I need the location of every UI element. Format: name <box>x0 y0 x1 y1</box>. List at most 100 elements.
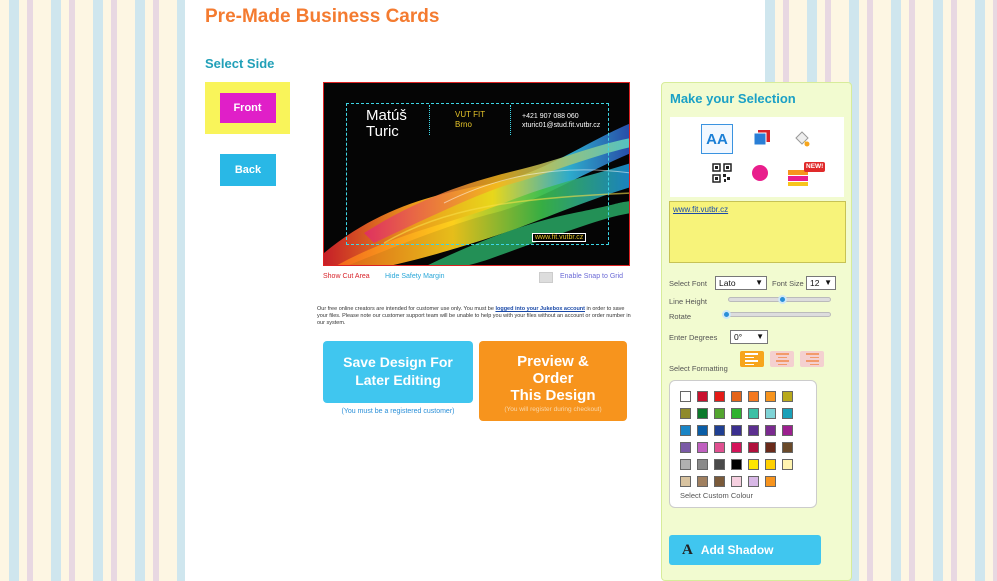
colour-palette: Select Custom Colour <box>669 380 817 508</box>
enter-degrees-label: Enter Degrees <box>669 333 718 342</box>
show-cut-area-link[interactable]: Show Cut Area <box>323 273 370 280</box>
shape-tool-icon[interactable] <box>749 162 771 184</box>
preview-note: (You will register during checkout) <box>504 406 602 413</box>
colour-swatch[interactable] <box>714 476 725 487</box>
colour-swatch[interactable] <box>748 442 759 453</box>
colour-swatch[interactable] <box>714 442 725 453</box>
login-link[interactable]: logged into your Jukebox account <box>495 306 585 312</box>
card-name-first: Matúš <box>366 107 407 124</box>
colour-swatch[interactable] <box>782 408 793 419</box>
colour-swatch[interactable] <box>731 391 742 402</box>
back-side-button[interactable]: Back <box>220 154 276 186</box>
colour-swatch[interactable] <box>731 459 742 470</box>
colour-swatch[interactable] <box>731 425 742 436</box>
font-size-label: Font Size <box>772 279 804 288</box>
colour-swatch[interactable] <box>765 459 776 470</box>
page-title: Pre-Made Business Cards <box>205 6 440 27</box>
colour-swatch[interactable] <box>714 391 725 402</box>
qr-code-tool-icon[interactable] <box>711 162 733 184</box>
colour-swatch[interactable] <box>680 425 691 436</box>
font-select[interactable]: Lato ▼ <box>715 276 767 290</box>
degrees-value: 0° <box>734 332 743 342</box>
colour-swatch[interactable] <box>697 459 708 470</box>
colour-swatch[interactable] <box>765 425 776 436</box>
colour-swatch[interactable] <box>748 408 759 419</box>
select-formatting-label: Select Formatting <box>669 364 728 373</box>
colour-swatch[interactable] <box>680 442 691 453</box>
front-side-selected-highlight: Front <box>205 82 290 134</box>
tool-palette: AA NEW! <box>670 117 844 197</box>
colour-swatch[interactable] <box>782 391 793 402</box>
colour-swatch[interactable] <box>765 476 776 487</box>
line-height-slider-handle[interactable] <box>778 295 787 304</box>
colour-swatch[interactable] <box>748 459 759 470</box>
colour-swatch[interactable] <box>782 442 793 453</box>
degrees-select[interactable]: 0° ▼ <box>730 330 768 344</box>
colour-swatch[interactable] <box>782 459 793 470</box>
new-badge: NEW! <box>806 163 824 170</box>
rotate-slider[interactable] <box>722 312 831 317</box>
align-left-icon[interactable] <box>740 351 764 367</box>
colour-swatch[interactable] <box>748 425 759 436</box>
card-phone: +421 907 088 060 <box>522 113 579 120</box>
align-right-icon[interactable] <box>800 351 824 367</box>
snap-grid-icon[interactable] <box>539 272 553 283</box>
card-email: xturic01@stud.fit.vutbr.cz <box>522 122 601 129</box>
rotate-label: Rotate <box>669 312 692 321</box>
colour-swatch[interactable] <box>748 476 759 487</box>
save-note: (You must be a registered customer) <box>341 408 455 415</box>
add-shadow-button[interactable]: A Add Shadow <box>669 535 821 565</box>
text-content-input[interactable]: www.fit.vutbr.cz <box>669 201 846 263</box>
card-org-line1: VUT FIT <box>455 110 486 119</box>
colour-swatch[interactable] <box>731 442 742 453</box>
select-side-heading: Select Side <box>205 56 275 71</box>
save-button-line1: Save Design For <box>343 354 453 370</box>
colour-swatch[interactable] <box>680 476 691 487</box>
colour-swatch[interactable] <box>697 476 708 487</box>
colour-swatch[interactable] <box>680 408 691 419</box>
colour-swatch[interactable] <box>782 425 793 436</box>
preview-button-line1: Preview & <box>517 353 589 370</box>
save-design-button[interactable]: Save Design For Later Editing <box>323 341 473 403</box>
hide-safety-margin-link[interactable]: Hide Safety Margin <box>385 273 445 280</box>
colour-swatch[interactable] <box>680 459 691 470</box>
card-name-last: Turic <box>366 123 399 140</box>
fill-tool-icon[interactable] <box>791 127 813 149</box>
card-org-text[interactable]: VUT FIT Brno <box>455 110 485 130</box>
colour-swatch[interactable] <box>731 408 742 419</box>
preview-order-button[interactable]: Preview & Order This Design (You will re… <box>479 341 627 421</box>
colour-swatch[interactable] <box>748 391 759 402</box>
colour-swatch[interactable] <box>714 408 725 419</box>
front-side-button[interactable]: Front <box>219 93 276 123</box>
background-tool-icon[interactable]: NEW! <box>787 160 827 188</box>
colour-swatch[interactable] <box>697 425 708 436</box>
colour-swatch[interactable] <box>697 391 708 402</box>
card-website-text[interactable]: www.fit.vutbr.cz <box>532 233 587 242</box>
chevron-down-icon: ▼ <box>756 332 764 341</box>
font-size-select[interactable]: 12 ▼ <box>806 276 836 290</box>
colour-swatch[interactable] <box>765 442 776 453</box>
colour-swatch[interactable] <box>714 459 725 470</box>
colour-swatch[interactable] <box>697 442 708 453</box>
select-custom-colour-link[interactable]: Select Custom Colour <box>680 491 753 500</box>
card-contact-text[interactable]: +421 907 088 060 xturic01@stud.fit.vutbr… <box>522 112 600 130</box>
colour-swatch[interactable] <box>765 391 776 402</box>
shadow-letter-icon: A <box>682 541 693 558</box>
colour-swatch[interactable] <box>680 391 691 402</box>
enable-snap-to-grid-link[interactable]: Enable Snap to Grid <box>560 273 623 280</box>
rotate-slider-handle[interactable] <box>722 310 731 319</box>
panel-title: Make your Selection <box>670 91 796 106</box>
card-controls: Show Cut Area Hide Safety Margin Enable … <box>323 272 630 284</box>
usage-notice: Our free online creators are intended fo… <box>317 306 632 327</box>
save-button-line2: Later Editing <box>355 372 441 388</box>
align-center-icon[interactable] <box>770 351 794 367</box>
business-card-canvas[interactable]: Matúš Turic VUT FIT Brno +421 907 088 06… <box>323 82 630 266</box>
colour-swatch[interactable] <box>765 408 776 419</box>
card-name-text[interactable]: Matúš Turic <box>366 108 407 140</box>
colour-swatch[interactable] <box>697 408 708 419</box>
text-tool-icon[interactable]: AA <box>701 124 733 154</box>
image-tool-icon[interactable] <box>751 127 773 149</box>
chevron-down-icon: ▼ <box>824 278 832 287</box>
colour-swatch[interactable] <box>714 425 725 436</box>
colour-swatch[interactable] <box>731 476 742 487</box>
